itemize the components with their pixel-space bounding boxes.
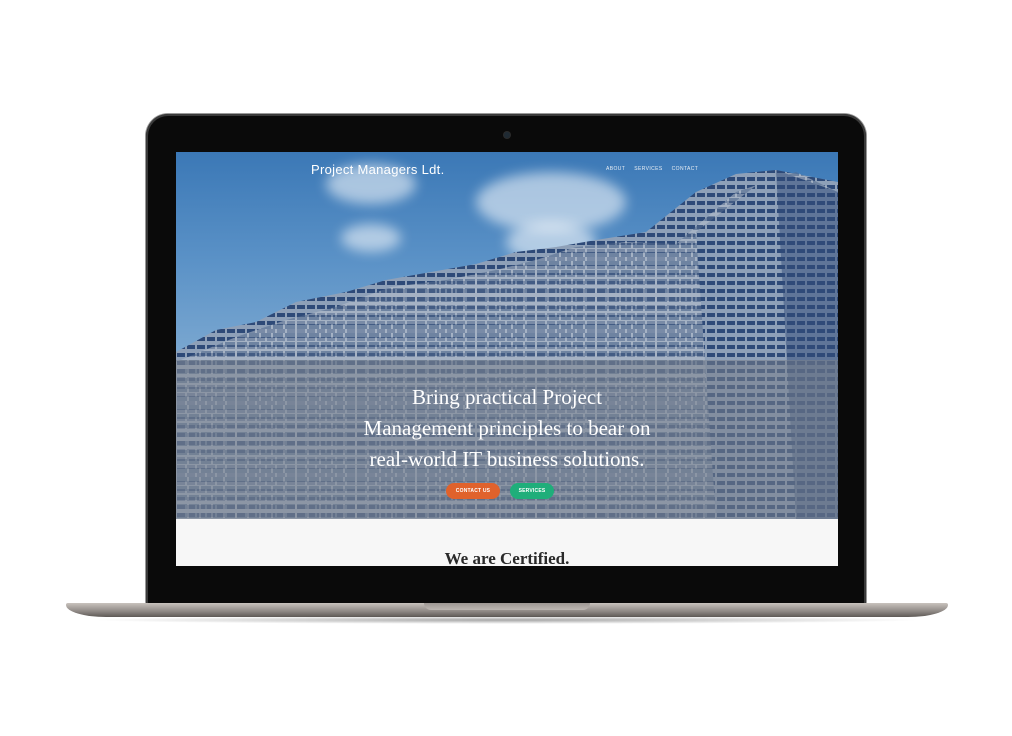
brand-logo-text[interactable]: Project Managers Ldt. (311, 162, 444, 177)
headline-line: real-world IT business solutions. (369, 447, 645, 471)
section-title: We are Certified. (444, 549, 570, 566)
headline-line: Management principles to bear on (363, 416, 651, 440)
hero-cta-row: CONTACT US SERVICES (446, 483, 554, 499)
webcam-icon (504, 132, 510, 138)
nav-link-services[interactable]: SERVICES (634, 166, 662, 172)
laptop-base-notch (424, 603, 590, 610)
top-navigation-bar: Project Managers Ldt. ABOUT SERVICES CON… (176, 152, 838, 188)
laptop-shadow (90, 616, 924, 624)
contact-us-button[interactable]: CONTACT US (446, 483, 500, 499)
nav-link-contact[interactable]: CONTACT (672, 166, 699, 172)
main-nav: ABOUT SERVICES CONTACT (606, 166, 698, 172)
services-button[interactable]: SERVICES (510, 483, 554, 499)
laptop-screen: Project Managers Ldt. ABOUT SERVICES CON… (176, 152, 838, 566)
nav-link-about[interactable]: ABOUT (606, 166, 625, 172)
hero-headline: Bring practical Project Management princ… (176, 382, 838, 475)
headline-line: Bring practical Project (411, 385, 603, 409)
hero-section: Project Managers Ldt. ABOUT SERVICES CON… (176, 152, 838, 519)
